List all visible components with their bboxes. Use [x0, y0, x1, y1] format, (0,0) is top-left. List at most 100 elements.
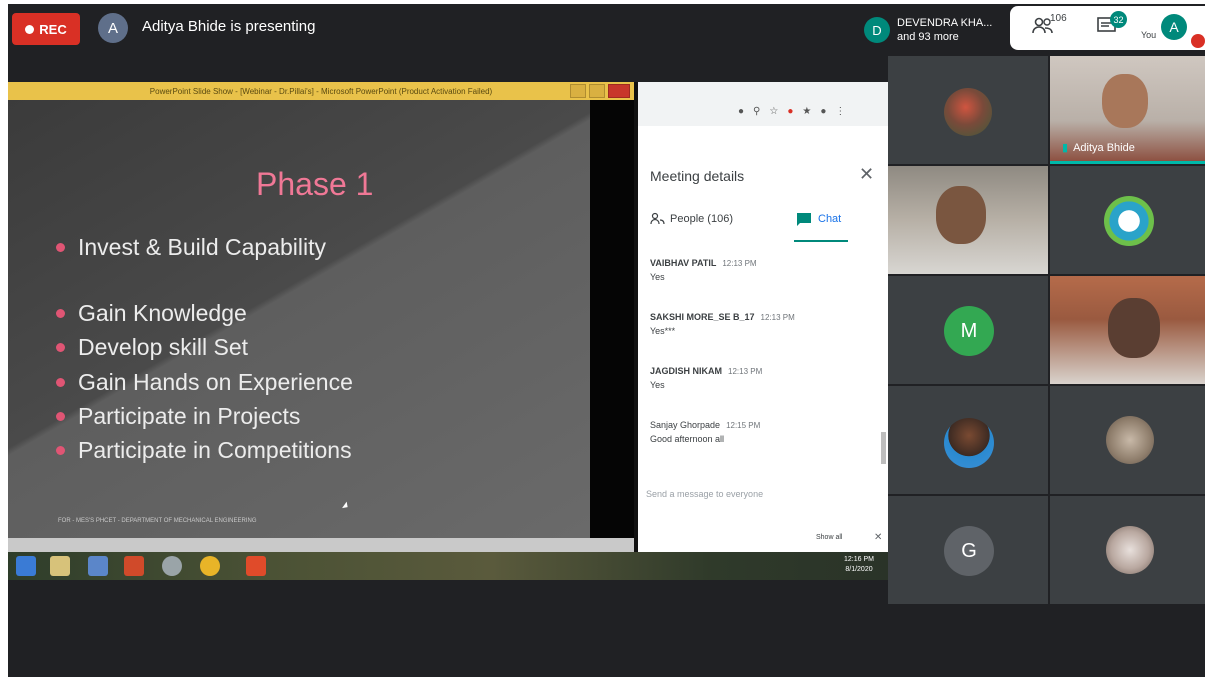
presenter-text: Aditya Bhide is presenting	[142, 18, 316, 35]
bullet-text: Gain Knowledge	[78, 300, 247, 326]
clock-date: 8/1/2020	[845, 566, 873, 573]
slide-bullet: Develop skill Set	[56, 334, 248, 361]
zoom-icon: ⚲	[753, 106, 761, 117]
ppt-status-bar	[8, 538, 634, 552]
speaking-indicator	[1050, 161, 1205, 164]
people-count: 106	[1050, 13, 1067, 24]
participant-tile[interactable]	[888, 56, 1048, 164]
app-c-icon	[246, 556, 266, 576]
chat-button[interactable]: 32	[1096, 11, 1127, 36]
message-text: Yes	[650, 380, 665, 390]
close-icon	[608, 84, 630, 98]
people-icon	[650, 212, 665, 225]
avatar	[1106, 416, 1154, 464]
bullet-text: Develop skill Set	[78, 334, 249, 360]
ppt-titlebar: PowerPoint Slide Show - [Webinar - Dr.Pi…	[8, 82, 634, 100]
message-text: Yes***	[650, 326, 676, 336]
participant-tile[interactable]	[1050, 166, 1205, 274]
participant-tile[interactable]	[1050, 276, 1205, 384]
star-icon: ☆	[769, 106, 779, 117]
chat-message: SAKSHI MORE_SE B_17 12:13 PM Yes***	[650, 312, 795, 336]
message-sender: Sanjay Ghorpade	[650, 420, 721, 430]
chat-message: VAIBHAV PATIL 12:13 PM Yes	[650, 258, 757, 282]
slide: Phase 1 Invest & Build Capability Gain K…	[8, 100, 590, 538]
close-icon[interactable]: ✕	[874, 532, 882, 543]
puzzle-icon: ★	[802, 106, 812, 117]
media-icon	[88, 556, 108, 576]
chrome-icon	[200, 556, 220, 576]
mouse-cursor-icon	[342, 501, 350, 511]
message-text: Good afternoon all	[650, 434, 725, 444]
message-time: 12:13 PM	[722, 259, 757, 268]
top-controls: 106 32 You A	[1010, 6, 1205, 50]
minimize-icon	[570, 84, 586, 98]
participant-tile-speaker[interactable]: ▮ Aditya Bhide	[1050, 56, 1205, 164]
bullet-text: Gain Hands on Experience	[78, 369, 353, 395]
self-avatar[interactable]: A	[1161, 14, 1187, 40]
presenter-gap	[590, 100, 634, 538]
participant-tile[interactable]: M	[888, 276, 1048, 384]
slide-bullet: Gain Knowledge	[56, 300, 247, 327]
chat-message: JAGDISH NIKAM 12:13 PM Yes	[650, 366, 762, 390]
show-all-button[interactable]: Show all	[816, 534, 842, 541]
participant-tile[interactable]	[1050, 386, 1205, 494]
clock-time: 12:16 PM	[844, 556, 874, 563]
explorer-icon	[50, 556, 70, 576]
message-sender: VAIBHAV PATIL	[650, 258, 717, 268]
chat-icon	[797, 213, 811, 226]
video-feed	[936, 186, 986, 244]
meeting-details-panel: ● ⚲ ☆ ● ★ ● ⋮ Meeting details ✕ People (…	[638, 82, 888, 552]
logo-avatar	[1104, 196, 1154, 246]
bullet-icon	[56, 309, 65, 318]
close-icon[interactable]: ✕	[859, 164, 874, 185]
maximize-icon	[589, 84, 605, 98]
presenter-avatar: A	[98, 13, 128, 43]
slide-bullet: Gain Hands on Experience	[56, 369, 353, 396]
message-sender: JAGDISH NIKAM	[650, 366, 723, 376]
shared-screen: PowerPoint Slide Show - [Webinar - Dr.Pi…	[8, 82, 888, 580]
app-icon	[162, 556, 182, 576]
avatar	[944, 88, 992, 136]
bullet-icon	[56, 446, 65, 455]
speaking-icon: ▮	[1062, 142, 1069, 154]
people-button[interactable]: 106	[1032, 13, 1067, 36]
profile-icon: ●	[820, 106, 827, 117]
bullet-text: Participate in Projects	[78, 403, 301, 429]
recording-indicator: REC	[12, 13, 80, 45]
participant-tile[interactable]	[888, 386, 1048, 494]
tab-people[interactable]: People (106)	[650, 212, 733, 225]
avatar: G	[944, 526, 994, 576]
slide-bullet: Participate in Projects	[56, 403, 300, 430]
chat-count-badge: 32	[1110, 11, 1127, 28]
bullet-text: Participate in Competitions	[78, 437, 352, 463]
windows-taskbar: 12:16 PM 8/1/2020	[8, 552, 888, 580]
avatar	[1106, 526, 1154, 574]
ppt-window-title: PowerPoint Slide Show - [Webinar - Dr.Pi…	[149, 86, 493, 96]
avatar	[944, 418, 994, 468]
tab-chat[interactable]: Chat	[796, 212, 841, 226]
slide-footer: FOR - MES'S PHCET - DEPARTMENT OF MECHAN…	[58, 518, 257, 524]
participant-more: and 93 more	[897, 31, 959, 43]
participant-avatar: D	[864, 17, 890, 43]
message-input[interactable]: Send a message to everyone	[646, 489, 763, 499]
bullet-icon	[56, 412, 65, 421]
tab-people-label: People (106)	[670, 212, 733, 225]
participant-tile[interactable]	[888, 166, 1048, 274]
participant-tile[interactable]	[1050, 496, 1205, 604]
browser-icons: ● ⚲ ☆ ● ★ ● ⋮	[738, 106, 845, 117]
chat-scrollbar[interactable]	[881, 432, 886, 464]
meet-window: REC A Aditya Bhide is presenting D DEVEN…	[8, 4, 1205, 677]
message-time: 12:15 PM	[726, 421, 761, 430]
rec-label: REC	[39, 21, 67, 37]
tab-chat-label: Chat	[818, 213, 842, 225]
you-label: You	[1141, 30, 1157, 40]
participant-tile[interactable]: G	[888, 496, 1048, 604]
participants-chip[interactable]: D DEVENDRA KHA... and 93 more	[862, 10, 1008, 50]
start-icon	[16, 556, 36, 576]
active-tab-indicator	[794, 240, 848, 242]
search-icon: ●	[738, 106, 745, 117]
video-feed	[1108, 298, 1160, 358]
participant-chip-text: DEVENDRA KHA... and 93 more	[897, 16, 992, 44]
slide-bullet: Invest & Build Capability	[56, 234, 326, 261]
menu-icon: ⋮	[835, 106, 846, 117]
